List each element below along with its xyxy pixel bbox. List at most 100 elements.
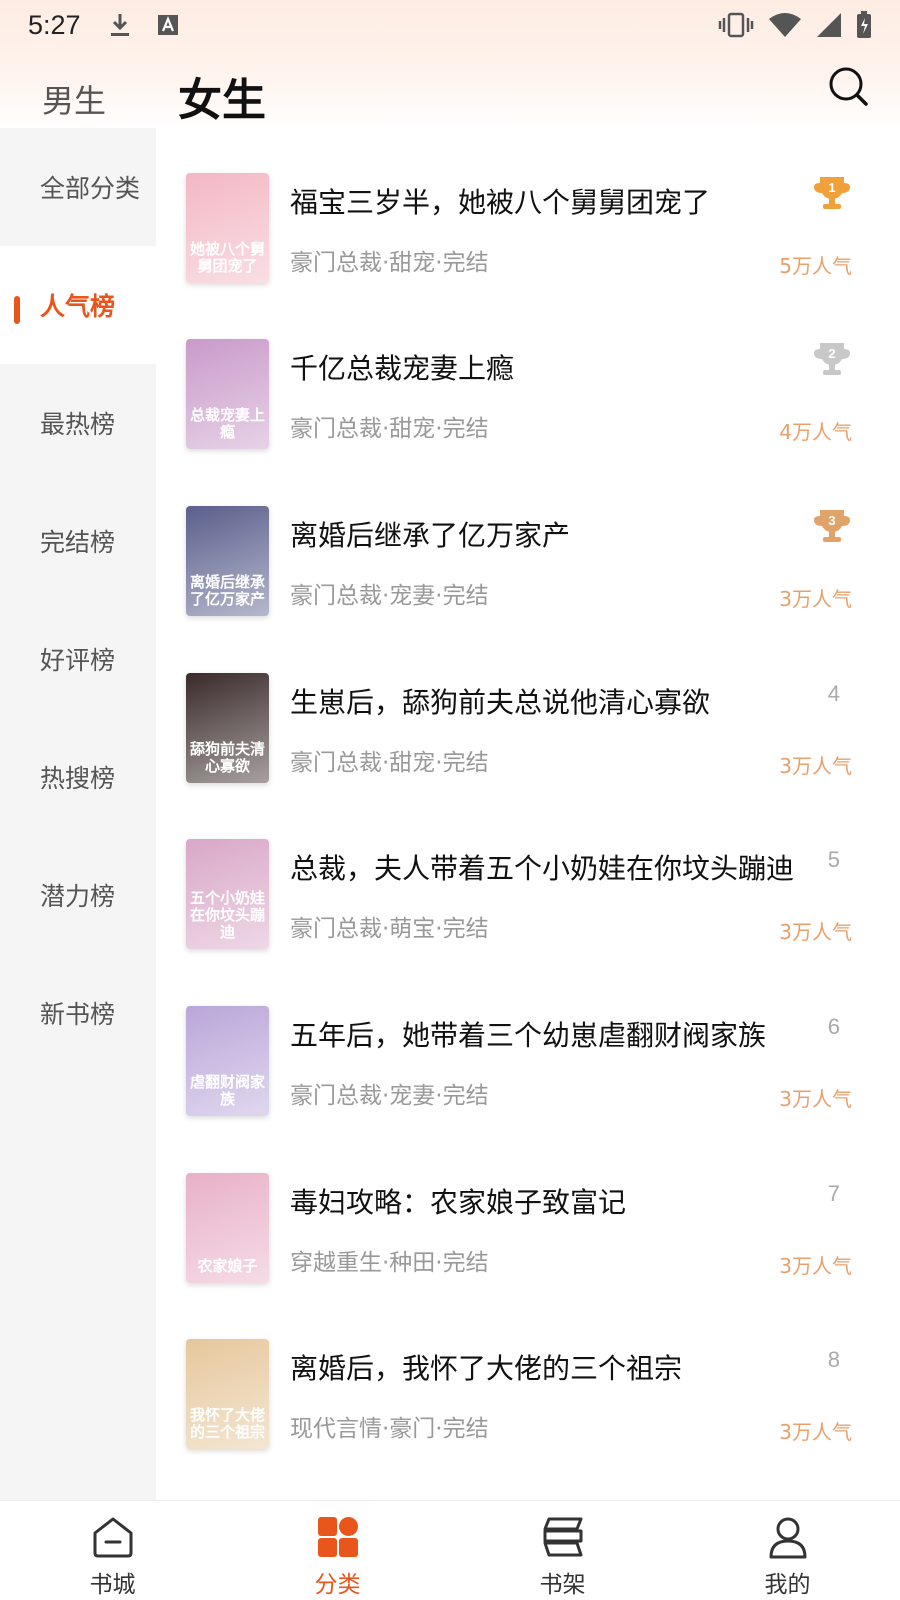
nav-label: 分类 — [314, 1572, 361, 1598]
popularity-count: 3万人气 — [779, 587, 852, 611]
popularity-count: 3万人气 — [779, 754, 852, 778]
cover-title: 虐翻财阀家族 — [190, 1073, 266, 1108]
book-cover[interactable]: 她被八个舅舅团宠了 — [186, 173, 269, 283]
list-item[interactable]: 舔狗前夫清心寡欲 生崽后，舔狗前夫总说他清心寡欲 豪门总裁·甜宠·完结 3万人气… — [156, 628, 900, 798]
book-title[interactable]: 千亿总裁宠妻上瘾 — [290, 347, 514, 387]
cover-title: 舔狗前夫清心寡欲 — [190, 740, 266, 775]
book-title[interactable]: 五年后，她带着三个幼崽虐翻财阀家族 — [290, 1014, 766, 1054]
rank-label: 1 — [828, 180, 835, 195]
font-icon — [157, 14, 179, 36]
tab-male[interactable]: 男生 — [42, 76, 106, 122]
sidebar-item-label: 最热榜 — [40, 410, 116, 439]
sidebar-item-label: 人气榜 — [40, 292, 116, 321]
nav-bookstore[interactable]: 书城 — [0, 1501, 225, 1600]
book-tags: 豪门总裁·萌宝·完结 — [290, 916, 489, 942]
book-cover[interactable]: 虐翻财阀家族 — [186, 1006, 269, 1116]
popularity-count: 4万人气 — [779, 420, 852, 444]
download-icon — [109, 12, 131, 38]
search-button[interactable] — [826, 64, 870, 108]
book-title[interactable]: 福宝三岁半，她被八个舅舅团宠了 — [290, 181, 710, 221]
list-item[interactable]: 我怀了大佬的三个祖宗 离婚后，我怀了大佬的三个祖宗 现代言情·豪门·完结 3万人… — [156, 1294, 900, 1464]
battery-icon — [856, 11, 872, 39]
sidebar-item-potential[interactable]: 潜力榜 — [0, 836, 156, 954]
nav-category[interactable]: 分类 — [225, 1501, 450, 1600]
book-tags: 豪门总裁·甜宠·完结 — [290, 750, 489, 776]
book-cover[interactable]: 离婚后继承了亿万家产 — [186, 506, 269, 616]
category-icon — [317, 1517, 358, 1557]
sidebar-item-hottest[interactable]: 最热榜 — [0, 364, 156, 482]
bottom-nav: 书城 分类 书架 我的 — [0, 1500, 900, 1600]
list-item[interactable]: 总裁宠妻上瘾 千亿总裁宠妻上瘾 豪门总裁·甜宠·完结 4万人气 2 — [156, 294, 900, 464]
popularity-count: 3万人气 — [779, 1420, 852, 1444]
cover-title: 她被八个舅舅团宠了 — [190, 240, 266, 275]
list-item[interactable]: 离婚后继承了亿万家产 离婚后继承了亿万家产 豪门总裁·宠妻·完结 3万人气 3 — [156, 461, 900, 631]
rank-label: 3 — [828, 513, 835, 528]
nav-profile[interactable]: 我的 — [675, 1501, 900, 1600]
book-cover[interactable]: 五个小奶娃在你坟头蹦迪 — [186, 839, 269, 949]
sidebar-item-top-rated[interactable]: 好评榜 — [0, 600, 156, 718]
book-title[interactable]: 总裁，夫人带着五个小奶娃在你坟头蹦迪 — [290, 847, 794, 887]
list-item[interactable]: 五个小奶娃在你坟头蹦迪 总裁，夫人带着五个小奶娃在你坟头蹦迪 豪门总裁·萌宝·完… — [156, 794, 900, 964]
book-cover[interactable]: 我怀了大佬的三个祖宗 — [186, 1339, 269, 1449]
book-tags: 豪门总裁·宠妻·完结 — [290, 1083, 489, 1109]
cover-title: 总裁宠妻上瘾 — [190, 406, 266, 441]
rank-number: 4 — [827, 681, 840, 706]
cover-title: 农家娘子 — [197, 1257, 258, 1275]
sidebar-item-hot-search[interactable]: 热搜榜 — [0, 718, 156, 836]
book-tags: 豪门总裁·宠妻·完结 — [290, 583, 489, 609]
book-cover[interactable]: 舔狗前夫清心寡欲 — [186, 673, 269, 783]
cover-title: 五个小奶娃在你坟头蹦迪 — [190, 889, 266, 941]
silver-trophy-icon: 2 — [814, 343, 850, 375]
rank-label: 2 — [828, 346, 835, 361]
popularity-count: 3万人气 — [779, 1254, 852, 1278]
nav-label: 书架 — [539, 1572, 586, 1598]
rank-number: 6 — [827, 1014, 840, 1039]
book-cover[interactable]: 农家娘子 — [186, 1173, 269, 1283]
list-item[interactable]: 虐翻财阀家族 五年后，她带着三个幼崽虐翻财阀家族 豪门总裁·宠妻·完结 3万人气… — [156, 961, 900, 1131]
tab-female[interactable]: 女生 — [178, 64, 266, 128]
book-title[interactable]: 离婚后，我怀了大佬的三个祖宗 — [290, 1347, 682, 1387]
gold-trophy-icon: 1 — [814, 177, 850, 209]
book-title[interactable]: 毒妇攻略：农家娘子致富记 — [290, 1181, 626, 1221]
nav-label: 我的 — [764, 1572, 811, 1598]
bronze-trophy-icon: 3 — [814, 510, 850, 542]
rank-number: 7 — [827, 1181, 840, 1206]
book-tags: 豪门总裁·甜宠·完结 — [290, 416, 489, 442]
sidebar-item-label: 全部分类 — [40, 174, 141, 203]
book-title[interactable]: 离婚后继承了亿万家产 — [290, 514, 570, 554]
sidebar-item-label: 完结榜 — [40, 528, 116, 557]
cover-title: 我怀了大佬的三个祖宗 — [190, 1406, 266, 1441]
sidebar-item-all-categories[interactable]: 全部分类 — [0, 128, 156, 246]
sidebar-item-completed[interactable]: 完结榜 — [0, 482, 156, 600]
sidebar-item-popularity[interactable]: 人气榜 — [0, 246, 156, 364]
status-time: 5:27 — [28, 9, 81, 40]
sidebar-item-label: 好评榜 — [40, 646, 116, 675]
profile-icon — [769, 1517, 806, 1559]
nav-bookshelf[interactable]: 书架 — [450, 1501, 675, 1600]
book-tags: 豪门总裁·甜宠·完结 — [290, 250, 489, 276]
active-indicator — [14, 296, 20, 324]
vibrate-icon — [718, 12, 754, 38]
sidebar-item-new-books[interactable]: 新书榜 — [0, 954, 156, 1072]
sidebar-item-label: 新书榜 — [40, 1000, 116, 1029]
category-sidebar: 全部分类 人气榜 最热榜 完结榜 好评榜 热搜榜 潜力榜 新书榜 — [0, 128, 156, 1500]
header: 男生 女生 — [0, 50, 900, 128]
book-tags: 现代言情·豪门·完结 — [290, 1416, 489, 1442]
nav-label: 书城 — [89, 1572, 136, 1598]
book-title[interactable]: 生崽后，舔狗前夫总说他清心寡欲 — [290, 681, 710, 721]
book-tags: 穿越重生·种田·完结 — [290, 1250, 489, 1276]
list-item[interactable]: 农家娘子 毒妇攻略：农家娘子致富记 穿越重生·种田·完结 3万人气 7 — [156, 1128, 900, 1298]
bookshelf-icon — [543, 1517, 582, 1557]
sidebar-item-label: 热搜榜 — [40, 764, 116, 793]
wifi-icon — [768, 12, 802, 38]
rank-number: 5 — [827, 847, 840, 872]
status-bar: 5:27 — [0, 0, 900, 50]
list-item[interactable]: 她被八个舅舅团宠了 福宝三岁半，她被八个舅舅团宠了 豪门总裁·甜宠·完结 5万人… — [156, 128, 900, 298]
popularity-count: 3万人气 — [779, 1087, 852, 1111]
sidebar-item-label: 潜力榜 — [40, 882, 116, 911]
search-icon — [829, 67, 868, 106]
popularity-count: 3万人气 — [779, 920, 852, 944]
home-icon — [93, 1517, 132, 1558]
book-cover[interactable]: 总裁宠妻上瘾 — [186, 339, 269, 449]
cover-title: 离婚后继承了亿万家产 — [190, 573, 266, 608]
